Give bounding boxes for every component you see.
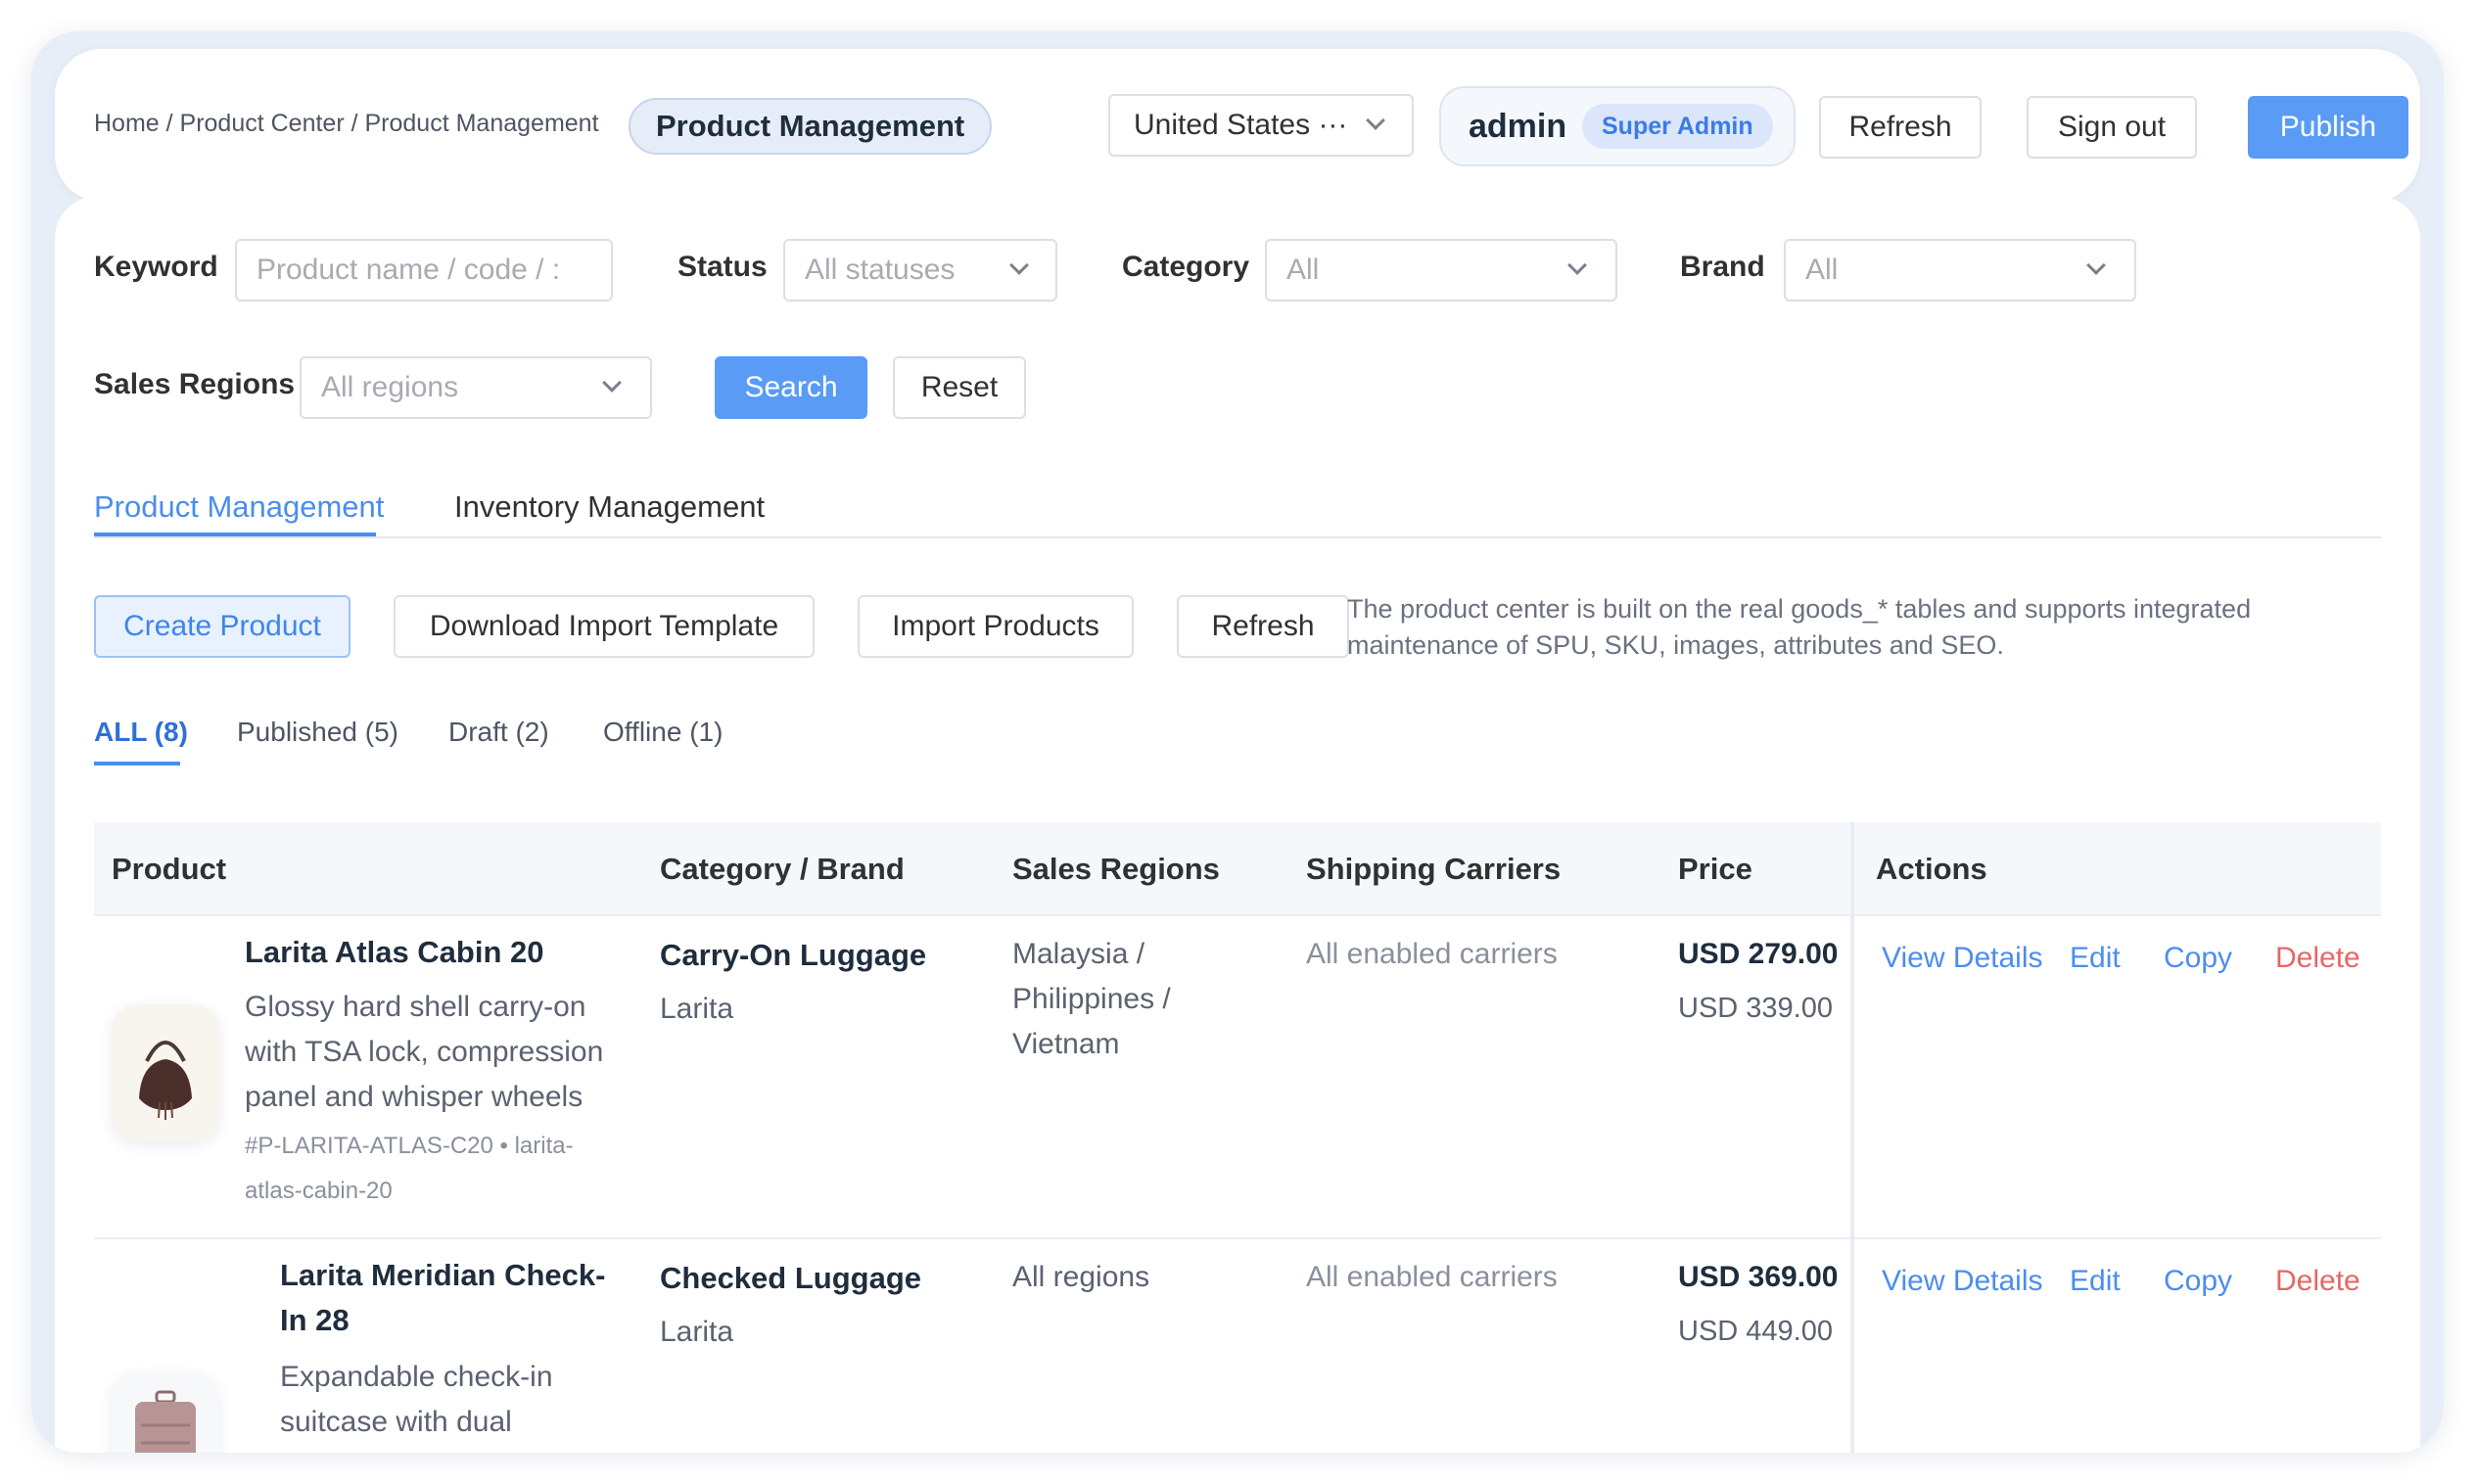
product-thumbnail <box>112 1004 219 1141</box>
download-import-template-button[interactable]: Download Import Template <box>394 595 815 658</box>
product-category: Carry-On Luggage <box>660 938 927 972</box>
product-name[interactable]: Larita Meridian Check-In 28 <box>280 1253 632 1343</box>
product-shipping-carriers: All enabled carriers <box>1306 938 1558 970</box>
create-product-button[interactable]: Create Product <box>94 595 350 658</box>
brand-select[interactable]: All <box>1784 239 2136 301</box>
page-title: Product Management <box>629 98 993 155</box>
column-header-actions: Actions <box>1876 852 1987 886</box>
reset-button[interactable]: Reset <box>893 356 1026 419</box>
search-button[interactable]: Search <box>715 356 867 419</box>
category-select[interactable]: All <box>1265 239 1617 301</box>
table-row: Larita Atlas Cabin 20 Glossy hard shell … <box>94 916 2381 1239</box>
column-header-category-brand: Category / Brand <box>660 852 905 886</box>
products-table: Product Category / Brand Sales Regions S… <box>94 822 2381 1453</box>
actions-column-divider <box>1850 822 1854 1453</box>
status-tab-draft[interactable]: Draft (2) <box>448 717 549 748</box>
role-badge: Super Admin <box>1582 104 1773 149</box>
tab-inventory-management[interactable]: Inventory Management <box>454 489 765 525</box>
table-header: Product Category / Brand Sales Regions S… <box>94 822 2381 916</box>
sales-regions-select[interactable]: All regions <box>300 356 652 419</box>
view-details-link[interactable]: View Details <box>1882 1265 2043 1298</box>
sales-regions-label: Sales Regions <box>94 368 296 400</box>
status-select-value: All statuses <box>805 254 956 286</box>
product-sales-regions: All regions <box>1012 1261 1150 1293</box>
suitcase-icon <box>112 1372 219 1453</box>
product-shipping-carriers: All enabled carriers <box>1306 1261 1558 1293</box>
chevron-down-icon <box>1567 255 1587 275</box>
product-center-note: The product center is built on the real … <box>1347 594 2252 660</box>
chevron-down-icon <box>2086 255 2106 275</box>
copy-link[interactable]: Copy <box>2164 1265 2232 1298</box>
product-brand: Larita <box>660 993 734 1025</box>
header-refresh-button[interactable]: Refresh <box>1819 96 1982 159</box>
product-description: Expandable check-in suitcase with dual <box>280 1361 553 1438</box>
product-price: USD 279.00 <box>1678 938 1839 970</box>
column-header-product: Product <box>112 852 227 886</box>
tab-product-management[interactable]: Product Management <box>94 489 384 525</box>
brand-label: Brand <box>1680 251 1765 283</box>
table-row: Larita Meridian Check-In 28 Expandable c… <box>94 1239 2381 1453</box>
chevron-down-icon <box>1366 111 1385 130</box>
edit-link[interactable]: Edit <box>2070 1265 2121 1298</box>
handbag-icon <box>112 1004 219 1141</box>
toolbar-refresh-button[interactable]: Refresh <box>1177 595 1349 658</box>
tabs-divider <box>94 536 2381 538</box>
user-card[interactable]: admin Super Admin <box>1439 86 1796 166</box>
product-code: #P-LARITA-ATLAS-C20 • larita-atlas-cabin… <box>245 1133 574 1204</box>
country-select[interactable]: United States ··· <box>1108 94 1414 157</box>
status-label: Status <box>677 251 768 283</box>
product-category: Checked Luggage <box>660 1261 921 1295</box>
product-price: USD 369.00 <box>1678 1261 1839 1293</box>
chevron-down-icon <box>1009 255 1029 275</box>
category-select-value: All <box>1286 254 1320 286</box>
user-name: admin <box>1469 108 1567 145</box>
product-description: Glossy hard shell carry-on with TSA lock… <box>245 991 604 1113</box>
status-tab-published[interactable]: Published (5) <box>237 717 398 748</box>
delete-link[interactable]: Delete <box>2275 1265 2360 1298</box>
column-header-shipping-carriers: Shipping Carriers <box>1306 852 1562 886</box>
status-tab-all[interactable]: ALL (8) <box>94 717 188 748</box>
main-panel: Keyword Product name / code / : Status A… <box>55 196 2420 1453</box>
product-sales-regions: Malaysia / Philippines / Vietnam <box>1012 938 1171 1060</box>
chevron-down-icon <box>602 373 622 393</box>
delete-link[interactable]: Delete <box>2275 942 2360 975</box>
breadcrumb[interactable]: Home / Product Center / Product Manageme… <box>94 110 599 138</box>
sales-regions-select-value: All regions <box>321 371 459 403</box>
top-header: Home / Product Center / Product Manageme… <box>55 49 2420 202</box>
category-label: Category <box>1122 251 1250 283</box>
product-original-price: USD 339.00 <box>1678 993 1833 1024</box>
status-tab-offline[interactable]: Offline (1) <box>603 717 723 748</box>
import-products-button[interactable]: Import Products <box>858 595 1134 658</box>
publish-button[interactable]: Publish <box>2248 96 2408 159</box>
status-tab-indicator <box>94 762 180 765</box>
country-select-value: United States ··· <box>1134 109 1348 141</box>
status-select[interactable]: All statuses <box>783 239 1057 301</box>
app-frame: Home / Product Center / Product Manageme… <box>31 31 2444 1453</box>
keyword-label: Keyword <box>94 251 218 283</box>
product-thumbnail <box>112 1372 219 1453</box>
view-details-link[interactable]: View Details <box>1882 942 2043 975</box>
product-original-price: USD 449.00 <box>1678 1316 1833 1347</box>
copy-link[interactable]: Copy <box>2164 942 2232 975</box>
brand-select-value: All <box>1805 254 1839 286</box>
column-header-sales-regions: Sales Regions <box>1012 852 1220 886</box>
product-brand: Larita <box>660 1316 734 1348</box>
sign-out-button[interactable]: Sign out <box>2027 96 2197 159</box>
column-header-price: Price <box>1678 852 1752 886</box>
edit-link[interactable]: Edit <box>2070 942 2121 975</box>
product-name[interactable]: Larita Atlas Cabin 20 <box>245 930 627 975</box>
keyword-input[interactable]: Product name / code / : <box>235 239 613 301</box>
